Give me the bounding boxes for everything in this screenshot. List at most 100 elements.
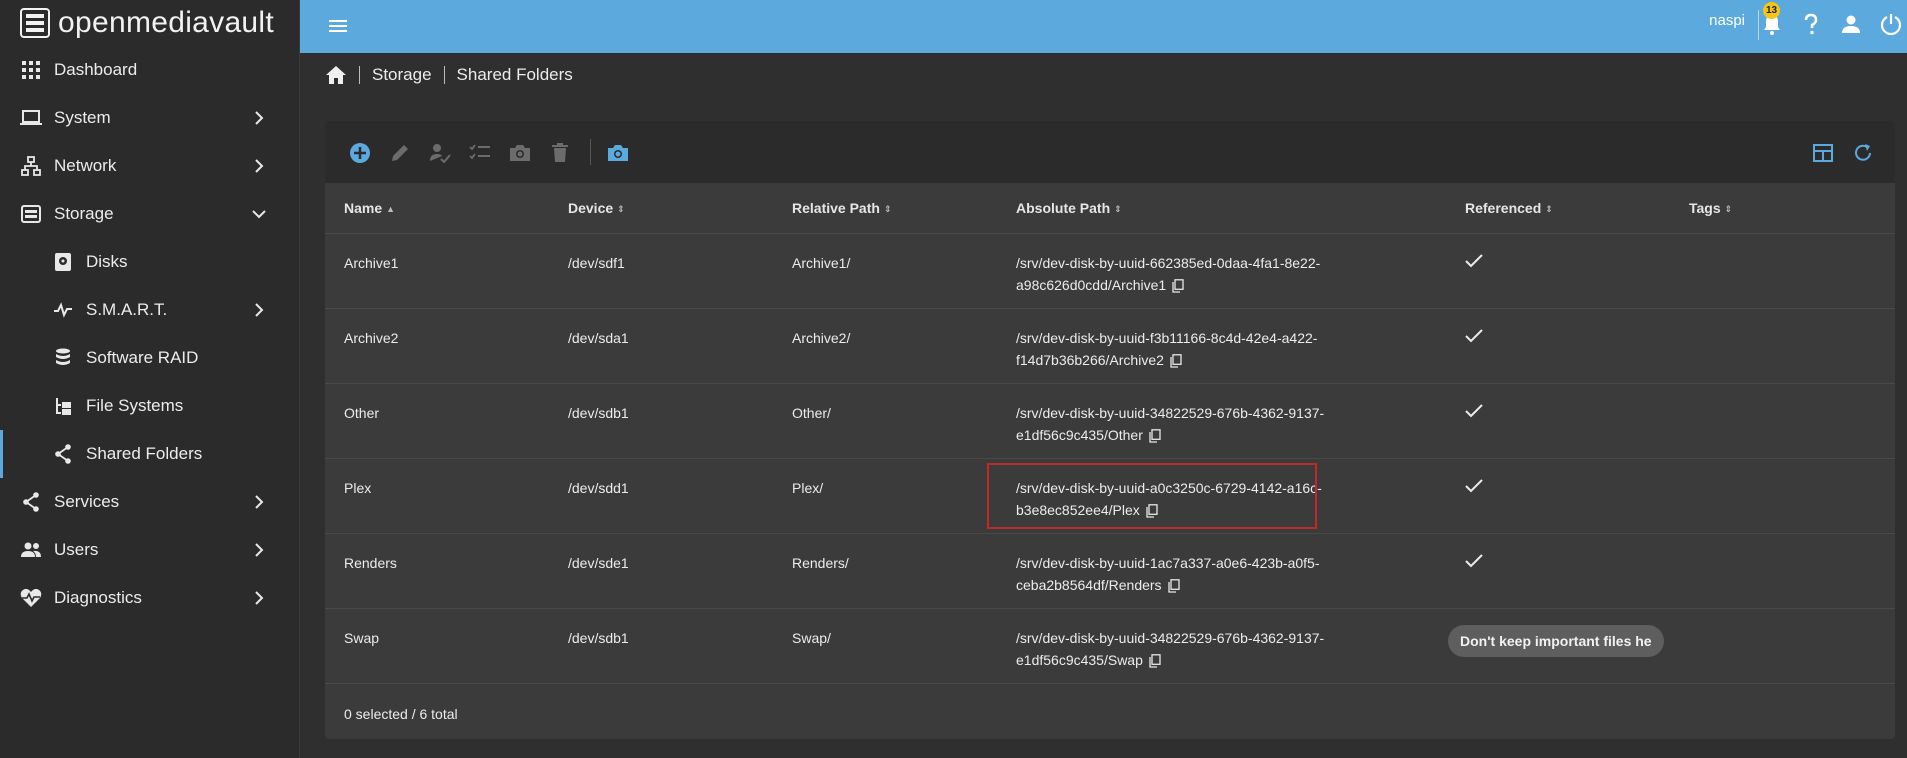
sidebar-item-shared-folders[interactable]: Shared Folders [0, 430, 299, 478]
cell-device: /dev/sda1 [549, 308, 773, 384]
sidebar-item-system[interactable]: System [0, 94, 299, 142]
cell-absolute-path: /srv/dev-disk-by-uuid-662385ed-0daa-4fa1… [997, 233, 1446, 309]
absolute-path-line2: b3e8ec852ee4/Plex [1016, 501, 1140, 518]
help-icon[interactable] [1799, 12, 1823, 36]
sidebar-item-dashboard[interactable]: Dashboard [0, 46, 299, 94]
sidebar-item-label: System [54, 108, 111, 127]
cell-tags [1670, 533, 1895, 609]
sidebar-item-label: Services [54, 492, 120, 511]
table-row[interactable]: Renders/dev/sde1 Renders/ /srv/dev-disk-by… [325, 533, 1895, 609]
column-header-absolute-path[interactable]: Absolute Path ⇕ [997, 183, 1446, 234]
cell-tags [1670, 458, 1895, 534]
sidebar-item-network[interactable]: Network [0, 142, 299, 190]
chevron-right-icon [255, 111, 264, 125]
toolbar-divider [590, 139, 591, 165]
sidebar-item-disks[interactable]: Disks [0, 238, 299, 286]
sidebar-item-storage[interactable]: Storage [0, 190, 299, 238]
sidebar-item-label: Network [54, 156, 117, 175]
cell-name: Swap [325, 608, 549, 684]
cell-referenced [1446, 233, 1670, 309]
sidebar-item-services[interactable]: Services [0, 478, 299, 526]
users-icon [20, 539, 42, 561]
sidebar-item-label: Dashboard [54, 60, 138, 79]
edit-button[interactable] [388, 141, 412, 165]
refresh-button[interactable] [1851, 141, 1875, 165]
checkmark-icon [1465, 403, 1483, 417]
column-header-name[interactable]: Name ▲ [325, 183, 549, 234]
copy-icon[interactable] [1146, 503, 1158, 518]
column-settings-button[interactable] [1811, 141, 1835, 165]
cell-absolute-path: /srv/dev-disk-by-uuid-34822529-676b-4362… [997, 608, 1446, 684]
copy-icon[interactable] [1172, 278, 1184, 293]
brand-logo[interactable]: openmediavault [0, 0, 299, 46]
copy-icon[interactable] [1170, 353, 1182, 368]
table-row[interactable]: Plex/dev/sdd1 Plex/ /srv/dev-disk-by-uuid-… [325, 458, 1895, 534]
copy-icon[interactable] [1149, 653, 1161, 668]
cell-referenced [1446, 383, 1670, 459]
cell-name: Archive1 [325, 233, 549, 309]
hamburger-menu-icon[interactable] [326, 14, 350, 38]
dashboard-grid-icon [20, 59, 42, 81]
breadcrumb-storage[interactable]: Storage [372, 65, 432, 85]
camera-icon [510, 145, 530, 161]
cell-referenced [1446, 458, 1670, 534]
cell-absolute-path: /srv/dev-disk-by-uuid-a0c3250c-6729-4142… [997, 458, 1446, 534]
username-label[interactable]: naspi [1709, 12, 1745, 29]
file-tree-icon [52, 395, 74, 417]
user-check-icon [430, 144, 451, 163]
table-row[interactable]: Archive1/dev/sdf1 Archive1/ /srv/dev-disk-… [325, 233, 1895, 309]
share-icon [20, 491, 42, 513]
copy-icon[interactable] [1149, 428, 1161, 443]
sidebar-item-smart[interactable]: S.M.A.R.T. [0, 286, 299, 334]
table-row[interactable]: Other/dev/sdb1 Other/ /srv/dev-disk-by-uui… [325, 383, 1895, 459]
cell-absolute-path: /srv/dev-disk-by-uuid-34822529-676b-4362… [997, 383, 1446, 459]
snapshot-button[interactable] [508, 141, 532, 165]
sidebar-item-label: Disks [86, 252, 128, 271]
breadcrumb: Storage Shared Folders [325, 60, 573, 90]
column-header-device[interactable]: Device ⇕ [549, 183, 773, 234]
sidebar-item-file-systems[interactable]: File Systems [0, 382, 299, 430]
column-header-tags[interactable]: Tags ⇕ [1670, 183, 1895, 234]
cell-referenced [1446, 308, 1670, 384]
top-bar: naspi 13 [300, 0, 1907, 53]
sidebar-item-label: S.M.A.R.T. [86, 300, 168, 319]
sidebar-item-label: Users [54, 540, 99, 559]
cell-name: Other [325, 383, 549, 459]
trash-icon [552, 143, 568, 162]
checkmark-icon [1465, 553, 1483, 567]
checkmark-icon [1465, 478, 1483, 492]
permissions-button[interactable] [428, 141, 452, 165]
snapshots-button[interactable] [606, 141, 630, 165]
copy-icon[interactable] [1167, 578, 1180, 593]
add-button[interactable] [348, 141, 372, 165]
cell-absolute-path: /srv/dev-disk-by-uuid-f3b11166-8c4d-42e4… [997, 308, 1446, 384]
chevron-right-icon [255, 303, 264, 317]
chevron-down-icon [252, 210, 266, 219]
absolute-path-line1: /srv/dev-disk-by-uuid-f3b11166-8c4d-42e4… [1016, 329, 1318, 346]
chevron-right-icon [255, 543, 264, 557]
brand-name: openmediavault [58, 6, 275, 39]
power-icon[interactable] [1879, 12, 1903, 36]
share-icon [52, 443, 74, 465]
chevron-right-icon [255, 591, 264, 605]
sidebar-item-diagnostics[interactable]: Diagnostics [0, 574, 299, 622]
cell-tags [1670, 308, 1895, 384]
column-header-referenced[interactable]: Referenced ⇕ [1446, 183, 1670, 234]
acl-button[interactable] [468, 141, 492, 165]
sidebar-item-label: File Systems [86, 396, 184, 415]
sidebar-item-software-raid[interactable]: Software RAID [0, 334, 299, 382]
table-row[interactable]: Archive2/dev/sda1 Archive2/ /srv/dev-disk-… [325, 308, 1895, 384]
shared-folders-table: Name ▲ Device ⇕ Relative Path ⇕ Absolute Pa… [325, 183, 1895, 684]
cell-name: Renders [325, 533, 549, 609]
delete-button[interactable] [548, 141, 572, 165]
cell-absolute-path: /srv/dev-disk-by-uuid-1ac7a337-a0e6-423b… [997, 533, 1446, 609]
column-header-relative-path[interactable]: Relative Path ⇕ [773, 183, 997, 234]
home-icon[interactable] [325, 65, 347, 85]
sidebar-item-users[interactable]: Users [0, 526, 299, 574]
cell-tags [1670, 608, 1895, 684]
notification-badge: 13 [1763, 2, 1780, 19]
table-header-row: Name ▲ Device ⇕ Relative Path ⇕ Absolute Pa… [325, 183, 1895, 234]
user-account-icon[interactable] [1839, 12, 1863, 36]
checklist-icon [469, 144, 490, 160]
absolute-path-line1: /srv/dev-disk-by-uuid-1ac7a337-a0e6-423b… [1016, 554, 1320, 571]
